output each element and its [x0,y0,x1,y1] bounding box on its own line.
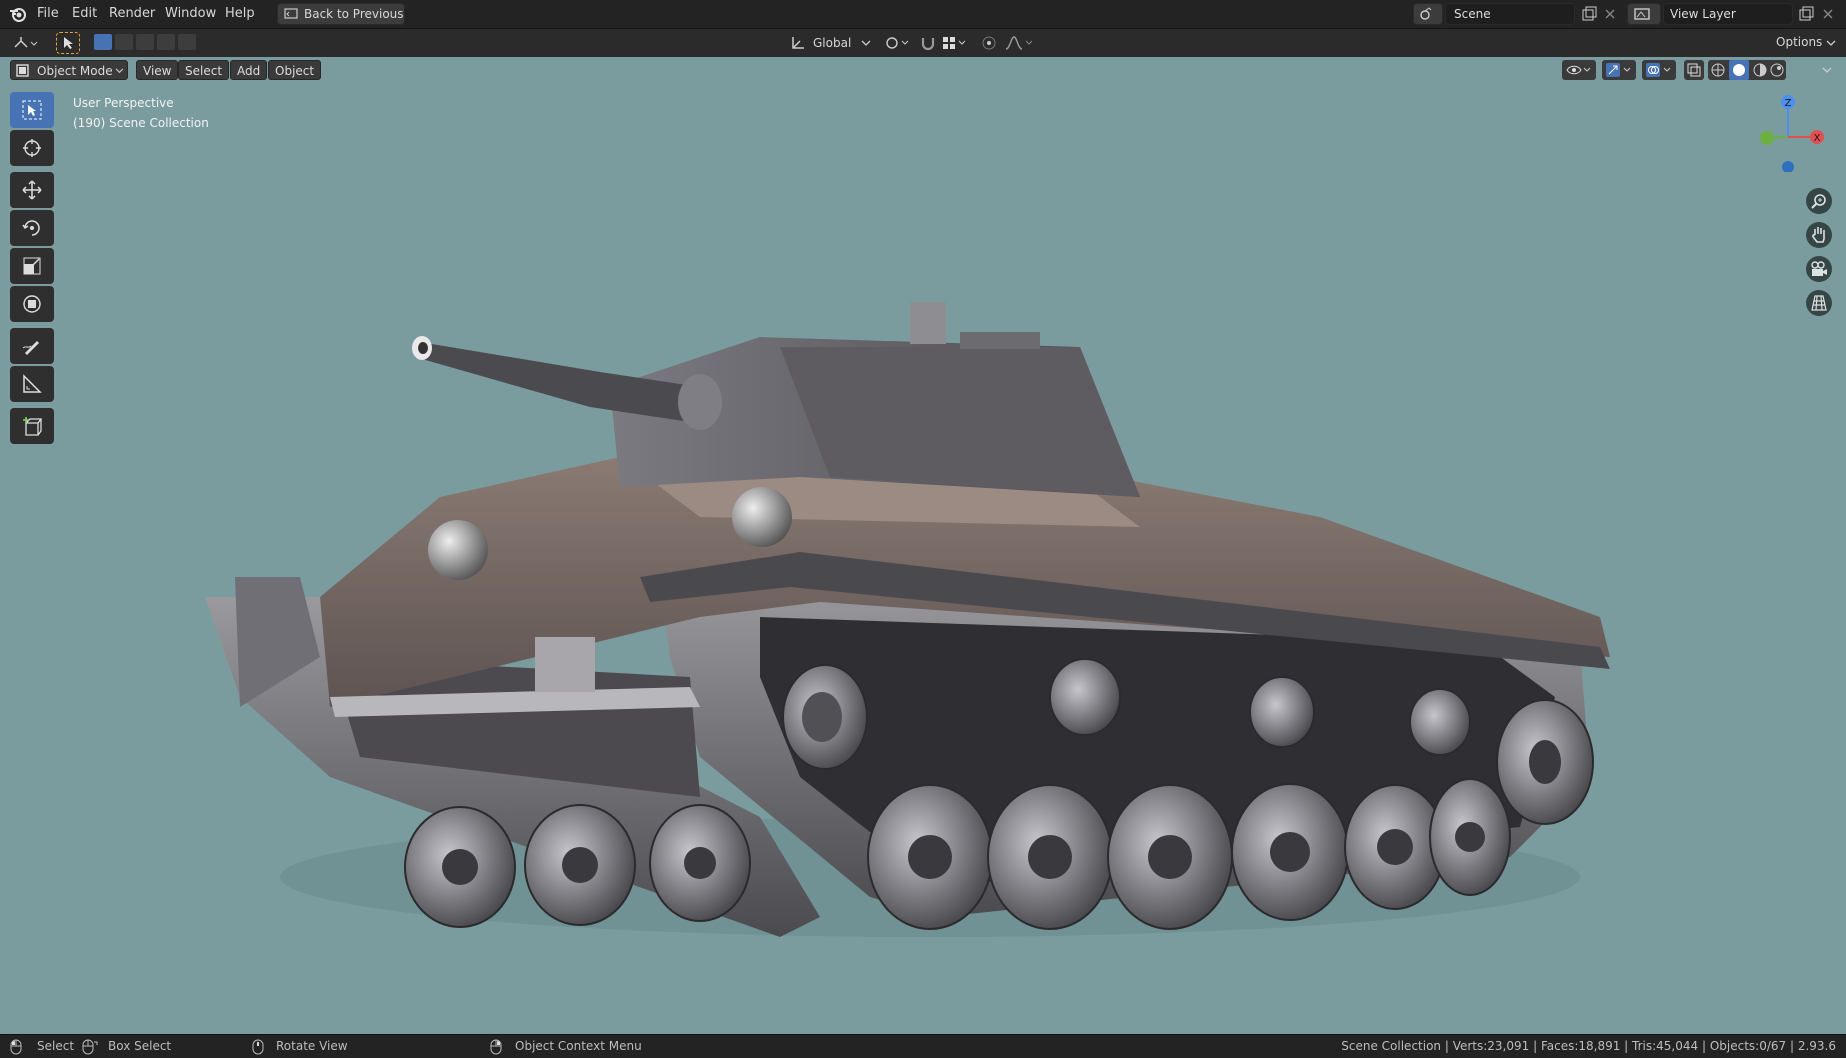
menu-window[interactable]: Window [165,6,216,21]
select-invert-icon[interactable] [157,34,175,50]
status-context-menu: Object Context Menu [515,1039,642,1053]
transform-orientation-value[interactable]: Global [813,36,851,50]
chevron-down-icon [1826,40,1836,46]
selection-mode-group [94,34,198,52]
editor-type-button[interactable] [8,32,42,54]
view-layer-icon [1634,8,1650,20]
menu-render[interactable]: Render [109,6,155,21]
scene-icon [1420,7,1432,20]
menu-edit[interactable]: Edit [72,6,97,21]
select-intersect-icon[interactable] [178,34,196,50]
back-to-previous-button[interactable]: Back to Previous [277,3,405,25]
blender-logo-icon[interactable] [9,5,27,23]
cursor-arrow-icon [64,37,73,49]
status-rotate-view: Rotate View [276,1039,348,1053]
transform-orientation-icon [792,37,804,49]
snap-magnet-icon[interactable] [920,35,936,51]
mouse-drag-icon [82,1039,98,1055]
active-tool-button[interactable] [56,32,80,54]
status-bar: Select Box Select Rotate View Object Con… [0,1034,1846,1058]
select-new-icon[interactable] [94,34,112,50]
scene-name-field[interactable]: Scene [1445,3,1575,25]
chevron-down-icon[interactable] [861,40,871,47]
snap-increment-icon[interactable] [942,35,968,51]
view-layer-browse-button[interactable] [1627,3,1661,25]
scene-name-text: Scene [1454,7,1491,21]
pivot-point-icon[interactable] [884,35,910,51]
view-layer-name-field[interactable]: View Layer [1663,3,1793,25]
tank-model-render[interactable] [0,57,1846,1034]
menu-help[interactable]: Help [225,6,255,21]
delete-scene-icon[interactable] [1604,8,1616,20]
options-button[interactable]: Options [1766,32,1838,54]
delete-view-layer-icon[interactable] [1822,8,1834,20]
mouse-middle-icon [252,1039,264,1055]
status-box-select: Box Select [108,1039,172,1053]
top-menu-bar: File Edit Render Window Help Back to Pre… [0,0,1846,29]
options-label: Options [1776,35,1823,49]
mouse-left-icon [10,1039,22,1055]
back-to-previous-label: Back to Previous [304,7,404,21]
screen-back-icon [284,8,298,19]
3d-viewport[interactable]: Object Mode View Select Add Object User … [0,57,1846,1034]
status-scene-statistics: Scene Collection | Verts:23,091 | Faces:… [1341,1039,1836,1053]
3d-viewport-icon [14,37,38,48]
falloff-curve-icon[interactable] [1004,35,1034,51]
proportional-edit-icon[interactable] [981,35,997,51]
mouse-right-icon [490,1039,502,1055]
select-extend-icon[interactable] [115,34,133,50]
new-scene-icon[interactable] [1581,6,1597,22]
scene-browse-button[interactable] [1413,3,1443,25]
view-layer-name-text: View Layer [1670,7,1736,21]
status-select: Select [37,1039,75,1053]
new-view-layer-icon[interactable] [1798,6,1814,22]
tool-settings-header: Global Options [0,29,1846,58]
select-subtract-icon[interactable] [136,34,154,50]
menu-file[interactable]: File [37,6,59,21]
